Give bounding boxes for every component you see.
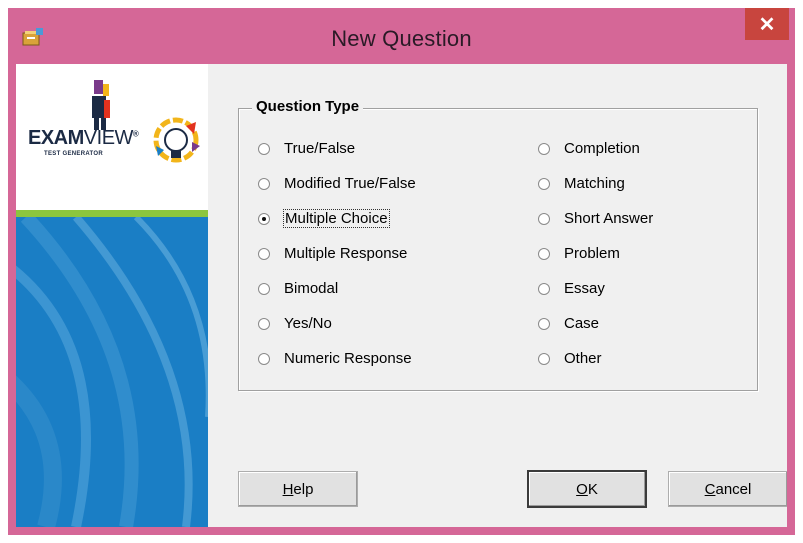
radio-problem[interactable]: Problem [538, 245, 620, 262]
cancel-mnemonic: C [704, 480, 716, 498]
logo-wordmark: EXAMVIEW® [28, 127, 139, 150]
radio-short-answer[interactable]: Short Answer [538, 210, 653, 227]
new-question-dialog: New Question ✕ EXAMVIEW® TEST GENERATOR [8, 8, 795, 535]
radio-button[interactable] [538, 142, 550, 155]
close-icon: ✕ [758, 13, 776, 36]
radio-numeric-response[interactable]: Numeric Response [258, 350, 412, 367]
ok-label: K [587, 480, 598, 498]
examview-logo: EXAMVIEW® TEST GENERATOR [16, 64, 208, 210]
radio-bimodal[interactable]: Bimodal [258, 280, 338, 297]
radio-true-false[interactable]: True/False [258, 140, 355, 157]
radio-button[interactable] [258, 247, 270, 260]
logo-registered: ® [132, 129, 139, 139]
radio-button[interactable] [538, 282, 550, 295]
radio-label: True/False [284, 140, 356, 157]
radio-button[interactable] [258, 177, 270, 190]
cancel-label: ancel [715, 480, 752, 498]
radio-button[interactable] [538, 247, 550, 260]
banner-green-stripe [16, 210, 208, 217]
lightbulb-icon [153, 117, 200, 163]
radio-button[interactable] [538, 177, 550, 190]
radio-label: Modified True/False [284, 175, 416, 192]
radio-label: Bimodal [284, 280, 339, 297]
banner-swoosh-graphic [16, 217, 208, 527]
radio-other[interactable]: Other [538, 350, 602, 367]
radio-label: Completion [564, 140, 640, 157]
radio-button[interactable] [258, 352, 270, 365]
radio-button-selected[interactable] [258, 212, 270, 225]
radio-label: Numeric Response [284, 350, 412, 367]
logo-brand-light: VIEW [83, 127, 134, 149]
radio-label: Multiple Choice [283, 209, 390, 228]
radio-multiple-response[interactable]: Multiple Response [258, 245, 407, 262]
radio-matching[interactable]: Matching [538, 175, 625, 192]
question-type-legend: Question Type [252, 98, 364, 115]
examview-banner: EXAMVIEW® TEST GENERATOR [16, 64, 208, 527]
radio-button[interactable] [258, 282, 270, 295]
logo-brand-bold: EXAM [28, 127, 84, 149]
radio-button[interactable] [258, 142, 270, 155]
close-button[interactable]: ✕ [745, 8, 789, 40]
radio-label: Case [564, 315, 600, 332]
title-bar[interactable]: New Question ✕ [8, 8, 795, 64]
radio-label: Short Answer [564, 210, 654, 227]
radio-button[interactable] [538, 212, 550, 225]
radio-modified-true-false[interactable]: Modified True/False [258, 175, 416, 192]
radio-essay[interactable]: Essay [538, 280, 605, 297]
cancel-button[interactable]: Cancel [668, 471, 787, 507]
radio-label: Matching [564, 175, 625, 192]
ok-button[interactable]: OK [527, 470, 647, 508]
ok-mnemonic: O [576, 480, 588, 498]
help-mnemonic: H [282, 480, 294, 498]
radio-label: Problem [564, 245, 620, 262]
help-label: elp [293, 480, 314, 498]
radio-label: Other [564, 350, 602, 367]
radio-completion[interactable]: Completion [538, 140, 640, 157]
radio-button[interactable] [538, 317, 550, 330]
window-title: New Question [331, 26, 472, 51]
dialog-body: EXAMVIEW® TEST GENERATOR Question Type T… [16, 64, 787, 527]
logo-figure-icon [92, 80, 110, 130]
radio-case[interactable]: Case [538, 315, 599, 332]
radio-multiple-choice[interactable]: Multiple Choice [258, 209, 390, 228]
radio-button[interactable] [258, 317, 270, 330]
banner-blue-panel [16, 217, 208, 527]
radio-button[interactable] [538, 352, 550, 365]
radio-label: Multiple Response [284, 245, 408, 262]
radio-label: Essay [564, 280, 605, 297]
radio-yes-no[interactable]: Yes/No [258, 315, 332, 332]
logo-subtitle: TEST GENERATOR [44, 151, 103, 157]
help-button[interactable]: Help [238, 471, 358, 507]
radio-label: Yes/No [284, 315, 332, 332]
